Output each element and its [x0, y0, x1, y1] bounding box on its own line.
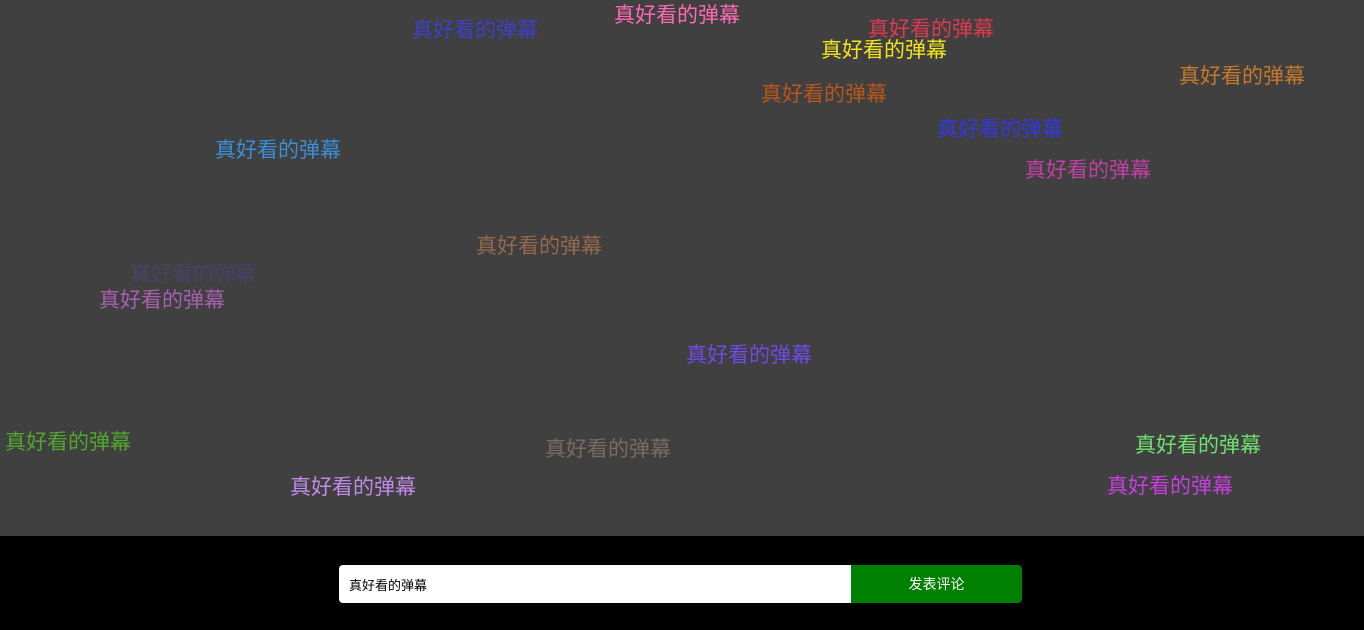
- comment-input[interactable]: [339, 565, 851, 603]
- danmaku-item: 真好看的弹幕: [937, 117, 1063, 141]
- post-comment-button[interactable]: 发表评论: [851, 565, 1022, 603]
- danmaku-item: 真好看的弹幕: [1107, 474, 1233, 498]
- danmaku-item: 真好看的弹幕: [686, 343, 812, 367]
- danmaku-item: 真好看的弹幕: [614, 3, 740, 27]
- comment-composer-bar: 发表评论: [0, 536, 1364, 630]
- danmaku-item: 真好看的弹幕: [821, 38, 947, 62]
- danmaku-item: 真好看的弹幕: [130, 262, 256, 286]
- danmaku-item: 真好看的弹幕: [412, 18, 538, 42]
- danmaku-item: 真好看的弹幕: [1135, 433, 1261, 457]
- danmaku-item: 真好看的弹幕: [761, 82, 887, 106]
- danmaku-item: 真好看的弹幕: [476, 234, 602, 258]
- danmaku-item: 真好看的弹幕: [5, 430, 131, 454]
- danmaku-item: 真好看的弹幕: [1179, 64, 1305, 88]
- danmaku-item: 真好看的弹幕: [99, 288, 225, 312]
- danmaku-stage: 真好看的弹幕 真好看的弹幕 真好看的弹幕 真好看的弹幕 真好看的弹幕 真好看的弹…: [0, 0, 1364, 536]
- danmaku-item: 真好看的弹幕: [1025, 158, 1151, 182]
- danmaku-item: 真好看的弹幕: [545, 437, 671, 461]
- danmaku-item: 真好看的弹幕: [215, 138, 341, 162]
- danmaku-item: 真好看的弹幕: [290, 475, 416, 499]
